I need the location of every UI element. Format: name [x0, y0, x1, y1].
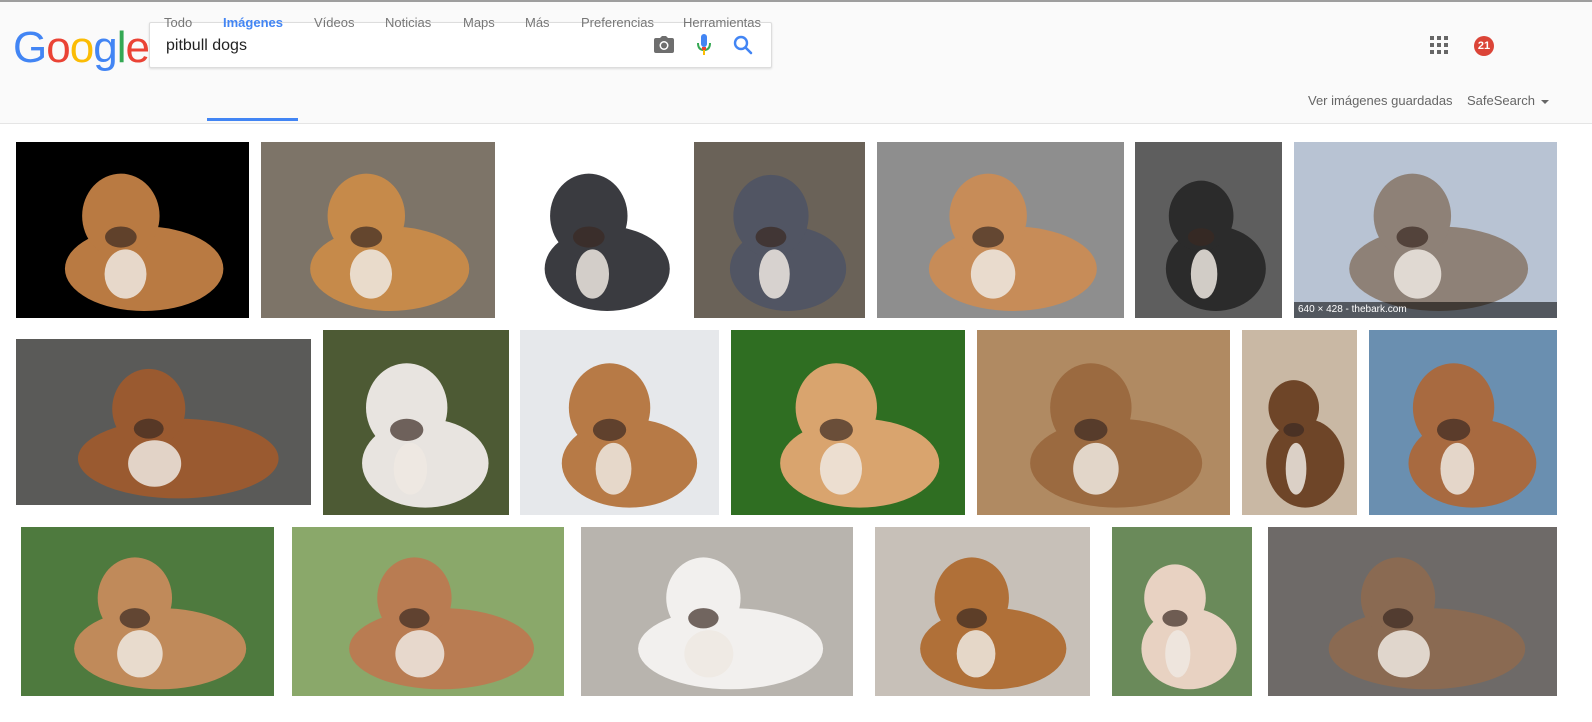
dog-photo: [780, 363, 940, 508]
pitbull-image-7[interactable]: 640 × 428 - thebark.com: [1294, 142, 1557, 318]
safesearch-menu[interactable]: SafeSearch: [1467, 80, 1549, 122]
dog-photo: [349, 557, 535, 690]
pitbull-image-8[interactable]: [16, 339, 311, 505]
dog-photo: [561, 363, 698, 508]
dog-photo: [729, 174, 847, 311]
logo-letter: o: [46, 23, 71, 72]
pitbull-image-6[interactable]: [1135, 142, 1282, 318]
image-hover-caption: 640 × 428 - thebark.com: [1294, 302, 1557, 318]
dog-photo: [362, 363, 489, 508]
pitbull-image-1[interactable]: [16, 142, 249, 318]
dog-photo: [1141, 564, 1237, 690]
pitbull-image-19[interactable]: [1112, 527, 1252, 696]
saved-images-link[interactable]: Ver imágenes guardadas: [1308, 80, 1453, 122]
pitbull-image-14[interactable]: [1369, 330, 1557, 515]
pitbull-image-11[interactable]: [731, 330, 965, 515]
tab-mas[interactable]: Más: [525, 2, 550, 44]
tab-imagenes[interactable]: Imágenes: [223, 2, 283, 44]
caret-down-icon: [1540, 99, 1549, 104]
dog-photo: [1349, 173, 1529, 311]
dog-photo: [1030, 363, 1203, 508]
pitbull-image-5[interactable]: [877, 142, 1124, 318]
active-tab-indicator: [207, 118, 298, 121]
tab-noticias[interactable]: Noticias: [385, 2, 431, 44]
dog-photo: [638, 557, 824, 690]
search-header: Google Todo Imágenes Vídeos Noticias Map…: [0, 2, 1592, 124]
pitbull-image-10[interactable]: [520, 330, 719, 515]
logo-letter: G: [13, 23, 47, 72]
pitbull-image-4[interactable]: [694, 142, 865, 318]
pitbull-image-3[interactable]: [506, 142, 690, 318]
dog-photo: [1266, 380, 1345, 508]
logo-letter: e: [125, 23, 150, 72]
google-logo[interactable]: Google: [13, 23, 150, 72]
tab-preferencias[interactable]: Preferencias: [581, 2, 654, 44]
apps-grid-icon[interactable]: [1430, 36, 1448, 54]
dog-photo: [1328, 557, 1526, 690]
logo-letter: l: [116, 23, 127, 72]
dog-photo: [64, 173, 224, 311]
pitbull-image-18[interactable]: [875, 527, 1090, 696]
pitbull-image-9[interactable]: [323, 330, 509, 515]
pitbull-image-20[interactable]: [1268, 527, 1557, 696]
safesearch-label: SafeSearch: [1467, 93, 1535, 108]
pitbull-image-16[interactable]: [292, 527, 564, 696]
tab-herramientas[interactable]: Herramientas: [683, 2, 761, 44]
tab-maps[interactable]: Maps: [463, 2, 495, 44]
dog-photo: [920, 557, 1067, 690]
camera-icon[interactable]: [653, 35, 675, 55]
dog-photo: [1165, 180, 1266, 311]
pitbull-image-17[interactable]: [581, 527, 853, 696]
pitbull-image-13[interactable]: [1242, 330, 1357, 515]
tab-videos[interactable]: Vídeos: [314, 2, 354, 44]
notifications-badge[interactable]: 21: [1474, 36, 1494, 56]
dog-photo: [1408, 363, 1537, 508]
pitbull-image-15[interactable]: [21, 527, 274, 696]
dog-photo: [77, 368, 279, 499]
dog-photo: [928, 173, 1097, 311]
logo-letter: o: [69, 23, 95, 72]
pitbull-image-12[interactable]: [977, 330, 1230, 515]
tab-todo[interactable]: Todo: [164, 2, 192, 44]
dog-photo: [74, 557, 247, 690]
pitbull-image-2[interactable]: [261, 142, 495, 318]
dog-photo: [544, 173, 670, 311]
dog-photo: [310, 173, 470, 311]
logo-letter: g: [93, 23, 118, 72]
